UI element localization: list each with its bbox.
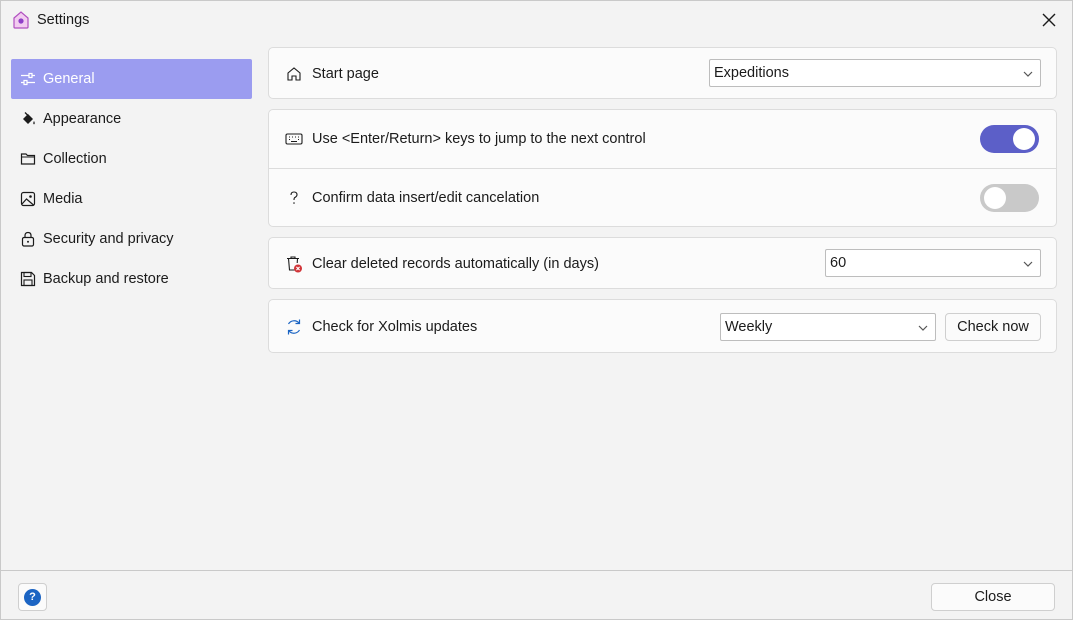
confirm-cancel-toggle[interactable]	[980, 184, 1039, 212]
sidebar-item-security[interactable]: Security and privacy	[11, 219, 252, 259]
confirm-cancel-label: Confirm data insert/edit cancelation	[312, 190, 540, 206]
update-frequency-select[interactable]: Weekly	[720, 313, 936, 341]
sidebar-item-label: Backup and restore	[43, 271, 169, 287]
help-icon: ?	[24, 588, 41, 606]
sidebar-item-general[interactable]: General	[11, 59, 252, 99]
sidebar-item-backup[interactable]: Backup and restore	[11, 259, 252, 299]
check-now-button[interactable]: Check now	[945, 313, 1041, 341]
window-close-button[interactable]	[1034, 5, 1064, 35]
sidebar-item-label: Appearance	[43, 111, 122, 127]
close-button[interactable]: Close	[931, 583, 1055, 611]
keyboard-icon	[285, 130, 303, 148]
start-page-card: Start page Expeditions	[268, 47, 1057, 99]
enter-key-toggle[interactable]	[980, 125, 1039, 153]
settings-sidebar: General Appearance Collection Media Secu…	[11, 59, 252, 299]
sidebar-item-media[interactable]: Media	[11, 179, 252, 219]
chevron-down-icon	[1023, 261, 1033, 267]
sidebar-item-label: Security and privacy	[43, 231, 174, 247]
start-page-label: Start page	[312, 66, 379, 82]
sidebar-item-label: General	[43, 71, 95, 87]
refresh-icon	[285, 318, 303, 336]
chevron-down-icon	[918, 325, 928, 331]
sidebar-item-label: Media	[43, 191, 83, 207]
image-icon	[19, 190, 37, 208]
home-badge-icon	[13, 11, 29, 29]
updates-label: Check for Xolmis updates	[312, 319, 478, 335]
updates-row: Check for Xolmis updates Weekly Check no…	[269, 300, 1056, 354]
lock-icon	[19, 230, 37, 248]
paint-bucket-icon	[19, 110, 37, 128]
clear-deleted-label: Clear deleted records automatically (in …	[312, 256, 599, 272]
sidebar-item-label: Collection	[43, 151, 107, 167]
input-behavior-card: Use <Enter/Return> keys to jump to the n…	[268, 109, 1057, 227]
sidebar-item-appearance[interactable]: Appearance	[11, 99, 252, 139]
sidebar-item-collection[interactable]: Collection	[11, 139, 252, 179]
clear-deleted-card: Clear deleted records automatically (in …	[268, 237, 1057, 289]
enter-key-row: Use <Enter/Return> keys to jump to the n…	[269, 110, 1056, 168]
sliders-icon	[19, 70, 37, 88]
clear-deleted-row: Clear deleted records automatically (in …	[269, 238, 1056, 290]
update-frequency-value: Weekly	[725, 319, 773, 335]
window-title: Settings	[37, 12, 90, 28]
confirm-cancel-row: Confirm data insert/edit cancelation	[269, 169, 1056, 227]
settings-window: Settings General Appearance Collection M…	[0, 0, 1073, 620]
question-icon	[285, 189, 303, 207]
close-icon	[1042, 13, 1056, 27]
chevron-down-icon	[1023, 71, 1033, 77]
toggle-knob	[984, 187, 1006, 209]
home-icon	[285, 65, 303, 83]
trash-error-icon	[285, 255, 303, 273]
save-icon	[19, 270, 37, 288]
start-page-row: Start page Expeditions	[269, 48, 1056, 100]
clear-deleted-days-select[interactable]: 60	[825, 249, 1041, 277]
enter-key-label: Use <Enter/Return> keys to jump to the n…	[312, 131, 646, 147]
updates-card: Check for Xolmis updates Weekly Check no…	[268, 299, 1057, 353]
start-page-value: Expeditions	[714, 65, 789, 81]
title-bar: Settings	[1, 1, 1072, 39]
dialog-footer: ? Close	[1, 570, 1072, 619]
clear-deleted-value: 60	[830, 255, 847, 271]
start-page-select[interactable]: Expeditions	[709, 59, 1041, 87]
folder-icon	[19, 150, 37, 168]
toggle-knob	[1013, 128, 1035, 150]
help-button[interactable]: ?	[18, 583, 47, 611]
